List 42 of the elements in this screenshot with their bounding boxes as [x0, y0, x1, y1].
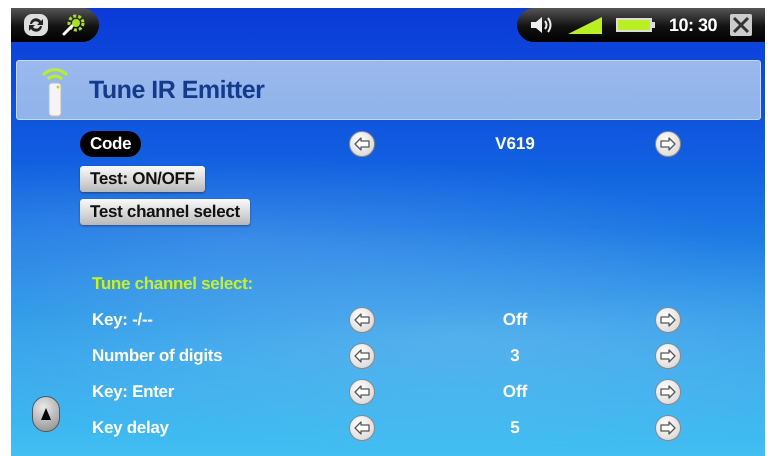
setting-value: V619 [495, 134, 535, 154]
previous-button[interactable] [349, 343, 375, 369]
setting-value: 5 [510, 418, 520, 438]
next-button[interactable] [655, 379, 681, 405]
left-arrow-icon [354, 421, 370, 435]
battery-icon [614, 16, 657, 34]
settings-icon[interactable] [61, 13, 87, 37]
setting-label: Number of digits [91, 346, 222, 366]
test-button[interactable]: Test: ON/OFF [80, 166, 205, 192]
setting-value: 3 [510, 346, 520, 366]
scroll-up-button[interactable] [32, 396, 60, 432]
setting-value: Off [502, 310, 528, 330]
page-title: Tune IR Emitter [89, 76, 264, 104]
right-arrow-icon [660, 313, 676, 327]
left-arrow-icon [354, 313, 370, 327]
sync-icon[interactable] [23, 13, 49, 37]
previous-button[interactable] [349, 307, 375, 333]
next-button[interactable] [655, 307, 681, 333]
right-arrow-icon [660, 349, 676, 363]
setting-label: Key: -/-- [91, 310, 153, 330]
right-arrow-icon [660, 421, 676, 435]
up-triangle-icon [40, 408, 50, 420]
right-arrow-icon [660, 137, 676, 151]
left-arrow-icon [354, 137, 370, 151]
next-button[interactable] [655, 343, 681, 369]
next-button[interactable] [655, 415, 681, 441]
signal-icon [566, 15, 603, 35]
close-icon[interactable] [729, 13, 753, 37]
left-arrow-icon [354, 349, 370, 363]
clock-time: 10: 30 [668, 14, 717, 36]
previous-button[interactable] [349, 415, 375, 441]
setting-value: Off [502, 382, 528, 402]
next-button[interactable] [655, 131, 681, 157]
left-arrow-icon [354, 385, 370, 399]
right-arrow-icon [660, 385, 676, 399]
previous-button[interactable] [349, 131, 375, 157]
previous-button[interactable] [349, 379, 375, 405]
setting-label: Key delay [91, 418, 169, 438]
setting-label: Key: Enter [91, 382, 174, 402]
section-heading: Tune channel select: [91, 274, 253, 294]
test-button[interactable]: Test channel select [80, 198, 250, 224]
setting-label: Code [80, 131, 142, 157]
